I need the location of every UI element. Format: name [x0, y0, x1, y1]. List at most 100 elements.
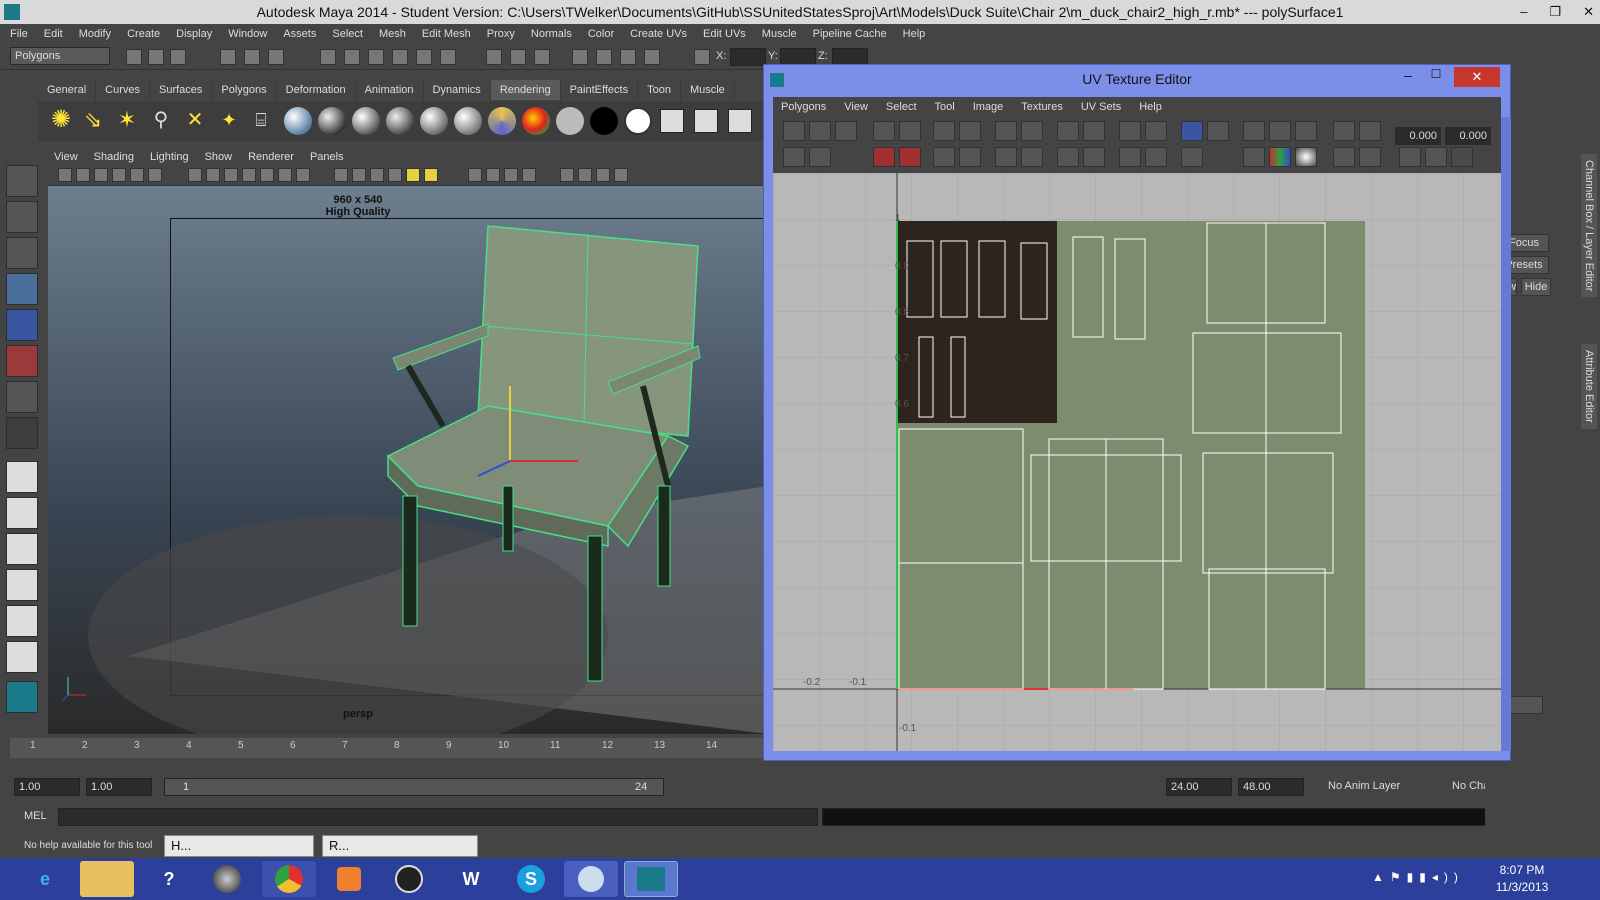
select-tool-icon[interactable] — [6, 165, 38, 197]
media-icon[interactable] — [200, 861, 254, 897]
render-flag-icon[interactable] — [620, 49, 636, 65]
chrome-icon[interactable] — [262, 861, 316, 897]
anim-layer-select[interactable]: No Anim Layer — [1328, 780, 1400, 792]
uv-editor-minimize-button[interactable]: – — [1398, 67, 1418, 87]
uv-menu-polygons[interactable]: Polygons — [781, 97, 826, 117]
u-value-field[interactable]: 0.000 — [1395, 127, 1441, 145]
menu-assets[interactable]: Assets — [283, 24, 316, 44]
single-pane-layout-icon[interactable] — [6, 461, 38, 493]
help-icon[interactable]: ? — [142, 861, 196, 897]
cycle-uvs-icon[interactable] — [1451, 147, 1473, 167]
uv-menu-textures[interactable]: Textures — [1021, 97, 1063, 117]
camera-attributes-icon[interactable] — [76, 168, 90, 182]
uv-menu-uv-sets[interactable]: UV Sets — [1081, 97, 1121, 117]
grid-uvs-icon[interactable] — [1021, 121, 1043, 141]
ambient-light-icon[interactable]: ✺ — [48, 107, 74, 133]
viewport-menu-lighting[interactable]: Lighting — [150, 148, 189, 166]
update-psd-icon[interactable] — [1333, 147, 1355, 167]
grid-toggle-icon[interactable] — [188, 168, 202, 182]
ramp-shader-icon[interactable] — [488, 107, 516, 135]
minimize-button[interactable]: – — [1520, 0, 1527, 24]
hypershade-layout-icon[interactable] — [6, 605, 38, 637]
image-plane-icon[interactable] — [112, 168, 126, 182]
wireframe-on-shaded-icon[interactable] — [370, 168, 384, 182]
split-uvs-icon[interactable] — [959, 121, 981, 141]
uv-lattice-tool-icon[interactable] — [783, 121, 805, 141]
menu-file[interactable]: File — [10, 24, 28, 44]
animation-start-field[interactable]: 1.00 — [14, 778, 80, 796]
rotate-cw-icon[interactable] — [899, 147, 921, 167]
volume-light-icon[interactable]: ✦ — [216, 107, 242, 133]
menu-mesh[interactable]: Mesh — [379, 24, 406, 44]
anisotropic-sphere-icon[interactable] — [420, 107, 448, 135]
texture-borders-icon[interactable] — [1295, 121, 1317, 141]
xray-components-icon[interactable] — [522, 168, 536, 182]
menu-edit[interactable]: Edit — [44, 24, 63, 44]
align-min-v-icon[interactable] — [1057, 147, 1079, 167]
paint-select-tool-icon[interactable] — [6, 237, 38, 269]
shelf-tab-curves[interactable]: Curves — [96, 80, 150, 100]
playback-start-field[interactable]: 1.00 — [86, 778, 152, 796]
relax-uvs-icon[interactable] — [1021, 147, 1043, 167]
menu-help[interactable]: Help — [903, 24, 926, 44]
xray-joints-icon[interactable] — [504, 168, 518, 182]
menu-window[interactable]: Window — [228, 24, 267, 44]
shading-map-icon[interactable] — [624, 107, 652, 135]
uv-smudge-tool-icon[interactable] — [835, 121, 857, 141]
shade-uvs-icon[interactable] — [1269, 121, 1291, 141]
viewport-menu-panels[interactable]: Panels — [310, 148, 344, 166]
render-view-icon[interactable] — [596, 49, 612, 65]
use-all-lights-icon[interactable] — [406, 168, 420, 182]
paste-uvs-icon[interactable] — [1425, 147, 1447, 167]
system-clock[interactable]: 8:07 PM 11/3/2013 — [1482, 862, 1562, 896]
menu-normals[interactable]: Normals — [531, 24, 572, 44]
camera-icon[interactable]: ⌸ — [248, 107, 274, 133]
shelf-tab-animation[interactable]: Animation — [356, 80, 424, 100]
chair-model-wireframe[interactable] — [48, 186, 768, 734]
file-explorer-icon[interactable] — [80, 861, 134, 897]
uv-editor-close-button[interactable]: ✕ — [1454, 67, 1500, 87]
menu-modify[interactable]: Modify — [79, 24, 111, 44]
viewport-menu-show[interactable]: Show — [205, 148, 233, 166]
align-max-v-icon[interactable] — [1083, 147, 1105, 167]
image-range-icon[interactable] — [1333, 121, 1355, 141]
save-scene-icon[interactable] — [170, 49, 186, 65]
isolate-select-uv-icon[interactable] — [1243, 147, 1265, 167]
menu-display[interactable]: Display — [176, 24, 212, 44]
shelf-tab-rendering[interactable]: Rendering — [490, 80, 561, 100]
render-settings-icon[interactable] — [534, 49, 550, 65]
isolate-select-icon[interactable] — [468, 168, 482, 182]
use-background-icon[interactable] — [590, 107, 618, 135]
select-object-icon[interactable] — [244, 49, 260, 65]
color-shader-icon[interactable] — [522, 107, 550, 135]
menu-edit-uvs[interactable]: Edit UVs — [703, 24, 746, 44]
word-icon[interactable]: W — [444, 861, 498, 897]
menu-select[interactable]: Select — [332, 24, 363, 44]
menu-color[interactable]: Color — [588, 24, 614, 44]
lambert-sphere-icon[interactable] — [318, 107, 346, 135]
normalize-uvs-icon[interactable] — [1119, 121, 1141, 141]
mel-label[interactable]: MEL — [24, 810, 47, 822]
menu-proxy[interactable]: Proxy — [487, 24, 515, 44]
film-gate-icon[interactable] — [206, 168, 220, 182]
select-component-icon[interactable] — [268, 49, 284, 65]
snap-plane-icon[interactable] — [392, 49, 408, 65]
uv-layout-icon[interactable] — [6, 641, 38, 673]
render-frame-icon[interactable] — [486, 49, 502, 65]
graph-layout-icon[interactable] — [6, 569, 38, 601]
hide-button[interactable]: Hide — [1521, 278, 1551, 296]
maximize-button[interactable]: ❐ — [1549, 0, 1561, 24]
safe-action-icon[interactable] — [278, 168, 292, 182]
bookmark-icon[interactable] — [94, 168, 108, 182]
menu-set-select[interactable]: Polygons — [10, 47, 110, 65]
flip-v-icon[interactable] — [899, 121, 921, 141]
unknown-app-icon[interactable] — [564, 861, 618, 897]
copy-uvs-icon[interactable] — [1399, 147, 1421, 167]
uv-layout-canvas[interactable] — [773, 173, 1501, 751]
ipr-icon[interactable] — [694, 109, 718, 133]
uv-move-tool-icon[interactable] — [809, 121, 831, 141]
area-light-icon[interactable]: ✕ — [182, 107, 208, 133]
menu-edit-mesh[interactable]: Edit Mesh — [422, 24, 471, 44]
snap-curve-icon[interactable] — [344, 49, 360, 65]
field-chart-icon[interactable] — [260, 168, 274, 182]
